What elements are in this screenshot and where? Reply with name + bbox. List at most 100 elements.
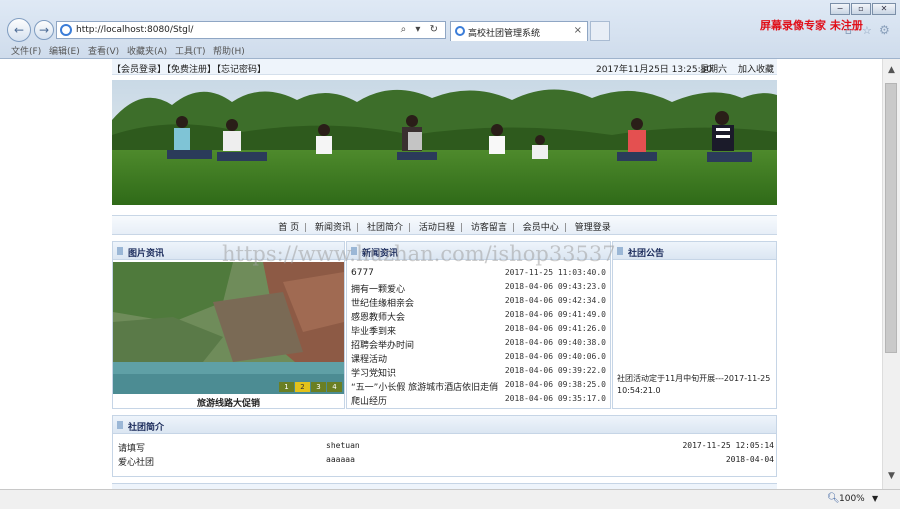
forward-button[interactable]: →: [34, 20, 54, 40]
zoom-dropdown-icon[interactable]: ▼: [872, 494, 878, 503]
club-date: 2018-04-04: [725, 455, 774, 464]
news-item-date: 2017-11-25 11:03:40.0: [504, 268, 606, 277]
club-name[interactable]: 请填写: [118, 441, 145, 454]
news-header: 新闻资讯: [347, 242, 610, 260]
picture-slideshow[interactable]: 1234: [113, 262, 344, 394]
current-datetime: 2017年11月25日 13:25:30: [596, 65, 713, 75]
menu-tools[interactable]: 工具(T): [175, 44, 206, 57]
news-item[interactable]: 感恩教师大会 2018-04-06 09:41:49.0: [347, 308, 610, 323]
add-bookmark-link[interactable]: 加入收藏: [738, 62, 774, 75]
favorites-star-icon[interactable]: ☆: [862, 24, 872, 37]
nav-news[interactable]: 新闻资讯: [315, 223, 351, 233]
address-bar[interactable]: http://localhost:8080/Stgl/ ⌕ ▾ ↻: [56, 21, 446, 39]
member-login-link[interactable]: 【会员登录】: [112, 62, 166, 75]
forgot-password-link[interactable]: 【忘记密码】: [212, 62, 266, 75]
club-name[interactable]: 爱心社团: [118, 455, 154, 468]
nav-club-intro[interactable]: 社团简介: [367, 223, 403, 233]
status-bar: 🔍︎ 100% ▼: [0, 489, 900, 509]
club-slug: shetuan: [326, 441, 360, 450]
news-item-title[interactable]: 爬山经历: [351, 394, 387, 407]
register-link[interactable]: 【免费注册】: [162, 62, 216, 75]
zoom-level[interactable]: 100%: [839, 494, 865, 504]
news-item-date: 2018-04-06 09:40:06.0: [504, 352, 606, 361]
home-icon[interactable]: ⌂: [845, 24, 852, 37]
banner-image: [112, 80, 777, 205]
vertical-scrollbar[interactable]: ▲ ▼: [882, 59, 900, 489]
news-item[interactable]: 爬山经历 2018-04-06 09:35:17.0: [347, 392, 610, 407]
address-tools[interactable]: ⌕ ▾ ↻: [401, 24, 441, 35]
current-weekday: 星期六: [700, 65, 728, 75]
minimize-button[interactable]: −: [830, 3, 850, 15]
news-title: 新闻资讯: [362, 249, 399, 259]
notice-header: 社团公告: [613, 242, 776, 260]
back-button[interactable]: ←: [7, 18, 31, 42]
club-intro-header: 社团简介: [113, 416, 776, 434]
section-marker-icon: [117, 247, 123, 255]
news-item-date: 2018-04-06 09:40:38.0: [504, 338, 606, 347]
close-window-button[interactable]: ✕: [872, 3, 896, 15]
scroll-thumb[interactable]: [885, 83, 897, 353]
news-item-date: 2018-04-06 09:39:22.0: [504, 366, 606, 375]
pager-3[interactable]: 3: [311, 382, 326, 392]
section-marker-icon: [351, 247, 357, 255]
picture-news-panel: 图片资讯 1234 旅游线路大促销: [112, 241, 345, 409]
news-item-title[interactable]: 6777: [351, 268, 374, 278]
landscape-photo: [113, 262, 344, 394]
news-item[interactable]: 拥有一颗爱心 2018-04-06 09:43:23.0: [347, 280, 610, 295]
picture-caption[interactable]: 旅游线路大促销: [113, 396, 344, 409]
club-slug: aaaaaa: [326, 455, 355, 464]
site-topbar: 【会员登录】 【免费注册】 【忘记密码】 2017年11月25日 13:25:3…: [112, 59, 777, 75]
gear-icon[interactable]: ⚙: [879, 23, 890, 37]
menu-view[interactable]: 查看(V): [88, 44, 119, 57]
tab-close-icon[interactable]: ×: [574, 25, 582, 36]
browser-tab[interactable]: 高校社团管理系统 ×: [450, 21, 588, 41]
scroll-up-icon[interactable]: ▲: [888, 65, 895, 75]
news-item[interactable]: 6777 2017-11-25 11:03:40.0: [347, 266, 610, 280]
news-item-date: 2018-04-06 09:42:34.0: [504, 296, 606, 305]
new-tab-button[interactable]: [590, 21, 610, 41]
club-row[interactable]: 爱心社团 aaaaaa 2018-04-04: [113, 454, 776, 468]
nav-member-center[interactable]: 会员中心: [523, 223, 559, 233]
menu-edit[interactable]: 编辑(E): [49, 44, 80, 57]
news-item[interactable]: 招聘会举办时间 2018-04-06 09:40:38.0: [347, 336, 610, 351]
browser-chrome: ← → http://localhost:8080/Stgl/ ⌕ ▾ ↻ 高校…: [0, 0, 900, 59]
page-viewport: 【会员登录】 【免费注册】 【忘记密码】 2017年11月25日 13:25:3…: [0, 59, 882, 489]
news-panel: 新闻资讯 6777 2017-11-25 11:03:40.0 拥有一颗爱心 201…: [346, 241, 611, 409]
nav-events[interactable]: 活动日程: [419, 223, 455, 233]
picture-news-header: 图片资讯: [113, 242, 344, 260]
menu-file[interactable]: 文件(F): [11, 44, 41, 57]
news-item[interactable]: 学习党知识 2018-04-06 09:39:22.0: [347, 364, 610, 379]
ie-logo-icon: [60, 24, 72, 36]
menu-favorites[interactable]: 收藏夹(A): [127, 44, 167, 57]
news-item[interactable]: 毕业季到来 2018-04-06 09:41:26.0: [347, 322, 610, 337]
notice-panel: 社团公告 社团活动定于11月中旬开展---2017-11-25 10:54:21…: [612, 241, 777, 409]
menu-bar: 文件(F) 编辑(E) 查看(V) 收藏夹(A) 工具(T) 帮助(H): [0, 42, 900, 58]
maximize-button[interactable]: ▫: [851, 3, 871, 15]
club-intro-panel: 社团简介 请填写 shetuan 2017-11-25 12:05:14 爱心社…: [112, 415, 777, 477]
club-date: 2017-11-25 12:05:14: [682, 441, 774, 450]
news-item[interactable]: 世纪佳缘相亲会 2018-04-06 09:42:34.0: [347, 294, 610, 309]
pager-2[interactable]: 2: [295, 382, 310, 392]
section-marker-icon: [117, 421, 123, 429]
picture-news-title: 图片资讯: [128, 249, 165, 259]
notice-scroll-text[interactable]: 社团活动定于11月中旬开展---2017-11-25 10:54:21.0: [617, 373, 775, 397]
address-url[interactable]: http://localhost:8080/Stgl/: [76, 25, 193, 35]
notice-title: 社团公告: [628, 249, 665, 259]
main-nav: 首 页 | 新闻资讯 | 社团简介 | 活动日程 | 访客留言 | 会员中心 | 管理登录: [112, 215, 777, 235]
scroll-down-icon[interactable]: ▼: [888, 471, 895, 481]
pager-4[interactable]: 4: [327, 382, 342, 392]
menu-help[interactable]: 帮助(H): [213, 44, 245, 57]
news-item-date: 2018-04-06 09:35:17.0: [504, 394, 606, 403]
nav-home[interactable]: 首 页: [278, 223, 299, 233]
section-marker-icon: [617, 247, 623, 255]
pager-1[interactable]: 1: [279, 382, 294, 392]
news-item-date: 2018-04-06 09:43:23.0: [504, 282, 606, 291]
zoom-icon[interactable]: 🔍︎: [827, 493, 840, 504]
tab-title: 高校社团管理系统: [468, 29, 541, 39]
banner-photo: [112, 80, 777, 205]
news-item[interactable]: 课程活动 2018-04-06 09:40:06.0: [347, 350, 610, 365]
nav-admin-login[interactable]: 管理登录: [575, 223, 611, 233]
club-row[interactable]: 请填写 shetuan 2017-11-25 12:05:14: [113, 440, 776, 454]
nav-guestbook[interactable]: 访客留言: [471, 223, 507, 233]
news-item[interactable]: “五一”小长假 旅游城市酒店依旧走俏 2018-04-06 09:38:25.0: [347, 378, 610, 393]
